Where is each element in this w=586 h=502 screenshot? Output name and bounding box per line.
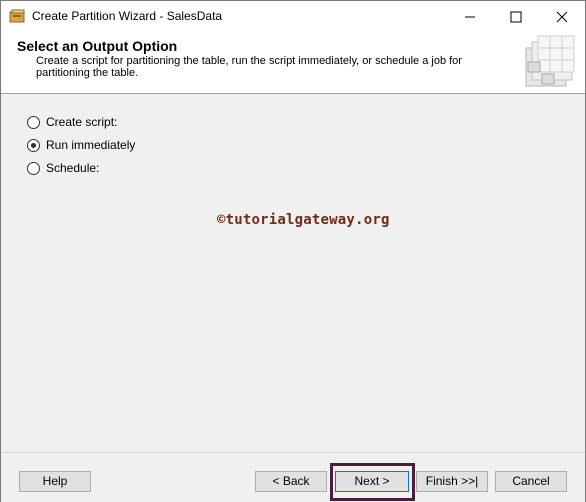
option-label: Schedule: <box>46 161 100 175</box>
maximize-button[interactable] <box>493 1 539 32</box>
app-icon <box>9 9 25 23</box>
wizard-window: Create Partition Wizard - SalesData Sele… <box>0 0 586 502</box>
option-label: Create script: <box>46 115 118 129</box>
window-title: Create Partition Wizard - SalesData <box>32 9 223 23</box>
option-label: Run immediately <box>46 138 136 152</box>
title-bar: Create Partition Wizard - SalesData <box>1 1 585 32</box>
minimize-icon <box>465 16 475 18</box>
close-button[interactable] <box>539 1 585 32</box>
radio-button[interactable] <box>27 162 40 175</box>
close-icon <box>556 11 568 23</box>
radio-button[interactable] <box>27 139 40 152</box>
partition-graphic-icon <box>525 35 575 87</box>
minimize-button[interactable] <box>447 1 493 32</box>
radio-button[interactable] <box>27 116 40 129</box>
help-button[interactable]: Help <box>19 471 91 492</box>
page-title: Select an Output Option <box>17 38 178 54</box>
finish-button[interactable]: Finish >>| <box>416 471 488 492</box>
wizard-footer: Help < Back Next > Finish >>| Cancel <box>1 452 585 502</box>
radio-selected-dot <box>31 143 36 148</box>
options-panel: Create script: Run immediately Schedule:… <box>1 94 585 452</box>
back-button[interactable]: < Back <box>255 471 327 492</box>
cancel-button[interactable]: Cancel <box>495 471 567 492</box>
watermark-text: ©tutorialgateway.org <box>217 212 390 228</box>
next-button[interactable]: Next > <box>335 471 409 492</box>
maximize-icon <box>510 11 522 23</box>
wizard-header: Select an Output Option Create a script … <box>1 32 585 94</box>
page-description: Create a script for partitioning the tab… <box>36 55 462 79</box>
